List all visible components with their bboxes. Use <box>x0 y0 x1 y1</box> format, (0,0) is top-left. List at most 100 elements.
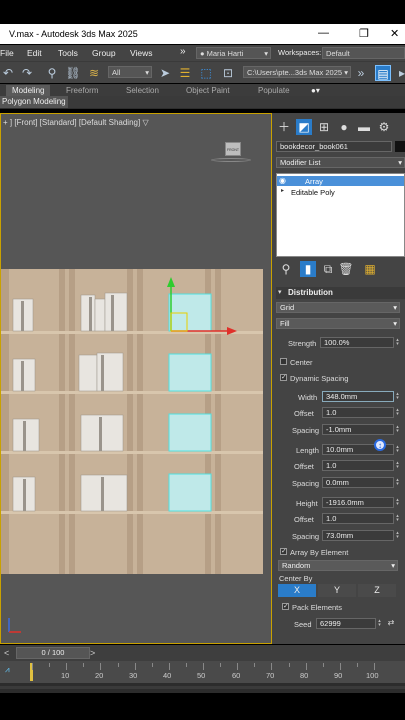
dynamic-spacing-label: Dynamic Spacing <box>290 374 349 383</box>
height-offset-field[interactable]: 1.0 <box>322 513 394 524</box>
tab-modeling[interactable]: Modeling <box>6 85 51 96</box>
tick-label: 40 <box>163 671 172 680</box>
rectangular-selection-icon[interactable]: ⬚ <box>198 65 214 81</box>
pin-stack-icon[interactable]: ⚲ <box>278 261 294 277</box>
viewcube[interactable]: FRONT <box>209 138 251 164</box>
user-account-dropdown[interactable]: ● Maria Harti ▾ <box>196 47 271 59</box>
tab-freeform[interactable]: Freeform <box>60 85 104 96</box>
object-name-field[interactable]: bookdecor_book061 <box>276 141 392 152</box>
dynamic-spacing-checkbox[interactable]: ✓ <box>280 374 287 381</box>
display-tab-icon[interactable]: ▬ <box>356 119 372 135</box>
utilities-tab-icon[interactable]: ⚙ <box>376 119 392 135</box>
chevron-down-icon: ▾ <box>344 68 348 77</box>
project-path-dropdown[interactable]: C:\Users\pte...3ds Max 2025 ▾ <box>243 66 351 78</box>
track-bar[interactable]: ⩘ 10 20 30 40 50 60 70 80 90 100 <box>0 661 405 683</box>
redo-icon[interactable]: ↷ <box>19 65 35 81</box>
length-offset-spinner-icon[interactable]: ▴ ▾ <box>395 461 400 470</box>
toolbar-overflow-icon[interactable]: » <box>353 65 369 81</box>
distribution-type-dropdown[interactable]: Grid ▾ <box>276 302 400 313</box>
width-spacing-spinner-icon[interactable]: ▴ ▾ <box>395 425 400 434</box>
link-icon[interactable]: ⚲ <box>44 65 60 81</box>
time-slider-thumb[interactable]: 0 / 100 <box>16 647 90 659</box>
tick-label: 50 <box>197 671 206 680</box>
command-panel-toggle-icon[interactable]: ▤ <box>375 65 391 81</box>
width-offset-spinner-icon[interactable]: ▴ ▾ <box>395 408 400 417</box>
height-spacing-label: Spacing <box>292 532 320 541</box>
window-crossing-icon[interactable]: ⊡ <box>220 65 236 81</box>
height-spacing-field[interactable]: 73.0mm <box>322 530 394 541</box>
axis-z-button[interactable]: Z <box>358 584 396 597</box>
length-spinner-icon[interactable]: ▴ ▾ <box>395 445 400 454</box>
close-button[interactable]: ✕ <box>390 27 399 40</box>
height-spacing-spinner-icon[interactable]: ▴ ▾ <box>395 531 400 540</box>
configure-modifier-sets-icon[interactable]: ▦ <box>362 261 378 277</box>
menu-overflow-icon[interactable]: » <box>180 46 186 57</box>
modify-tab-icon[interactable]: ◩ <box>296 119 312 135</box>
object-color-swatch[interactable] <box>395 141 405 152</box>
selection-filter-dropdown[interactable]: All ▾ <box>108 66 152 78</box>
stack-item-array[interactable]: ◉ Array <box>277 176 404 186</box>
fill-mode-dropdown[interactable]: Fill ▾ <box>276 318 400 329</box>
width-spinner-icon[interactable]: ▴ ▾ <box>395 392 400 401</box>
array-by-element-checkbox[interactable]: ✓ <box>280 548 287 555</box>
select-by-name-icon[interactable]: ☰ <box>177 65 193 81</box>
menu-file[interactable]: File <box>0 48 14 58</box>
seed-spinner-icon[interactable]: ▴ ▾ <box>377 619 382 628</box>
strength-spinner-icon[interactable]: ▴ ▾ <box>395 338 400 347</box>
menu-tools[interactable]: Tools <box>58 48 78 58</box>
bind-spacewarp-icon[interactable]: ≋ <box>86 65 102 81</box>
length-spacing-field[interactable]: 0.0mm <box>322 477 394 488</box>
make-unique-icon[interactable]: ⧉ <box>320 261 336 277</box>
randomize-seed-icon[interactable]: ⇄ <box>384 617 398 628</box>
undo-icon[interactable]: ↶ <box>0 65 16 81</box>
menu-views[interactable]: Views <box>130 48 153 58</box>
modifier-list-dropdown[interactable]: Modifier List ▾ <box>276 157 405 168</box>
strength-field[interactable]: 100.0% <box>320 337 394 348</box>
create-tab-icon[interactable]: ＋ <box>276 119 292 135</box>
expand-arrow-icon[interactable]: ▸ <box>281 187 284 194</box>
axis-y-button[interactable]: Y <box>318 584 356 597</box>
minimize-button[interactable]: — <box>318 27 329 39</box>
restore-button[interactable]: ❐ <box>359 27 369 40</box>
motion-tab-icon[interactable]: ● <box>336 119 352 135</box>
length-spacing-spinner-icon[interactable]: ▴ ▾ <box>395 478 400 487</box>
polygon-modeling-label[interactable]: Polygon Modeling <box>0 96 68 108</box>
eye-icon[interactable]: ◉ <box>279 176 286 185</box>
height-offset-spinner-icon[interactable]: ▴ ▾ <box>395 514 400 523</box>
axis-x-button[interactable]: X <box>278 584 316 597</box>
width-field[interactable]: 348.0mm <box>322 391 394 402</box>
height-field[interactable]: -1916.0mm <box>322 497 394 508</box>
time-slider-next-icon[interactable]: > <box>90 648 95 658</box>
chevron-down-icon: ▾ <box>393 303 397 312</box>
tab-selection[interactable]: Selection <box>120 85 165 96</box>
ribbon-options-icon[interactable]: ●▾ <box>305 85 326 96</box>
select-object-icon[interactable]: ➤ <box>157 65 173 81</box>
length-label: Length <box>296 446 319 455</box>
random-dropdown[interactable]: Random ▾ <box>278 560 398 571</box>
remove-modifier-icon[interactable]: 🗑 <box>338 261 354 277</box>
time-slider-prev-icon[interactable]: < <box>4 648 9 658</box>
menu-group[interactable]: Group <box>92 48 116 58</box>
length-offset-field[interactable]: 1.0 <box>322 460 394 471</box>
seed-field[interactable]: 62999 <box>316 618 376 629</box>
front-viewport[interactable]: + ] [Front] [Standard] [Default Shading]… <box>0 113 272 644</box>
height-spinner-icon[interactable]: ▴ ▾ <box>395 498 400 507</box>
tab-object-paint[interactable]: Object Paint <box>180 85 236 96</box>
random-value: Random <box>282 561 311 570</box>
filter-icon[interactable]: ▽ <box>142 118 148 127</box>
center-checkbox[interactable] <box>280 358 287 365</box>
pack-elements-checkbox[interactable]: ✓ <box>282 603 289 610</box>
tab-populate[interactable]: Populate <box>252 85 296 96</box>
show-end-result-icon[interactable]: ▮ <box>300 261 316 277</box>
menu-edit[interactable]: Edit <box>27 48 42 58</box>
distribution-rollout-header[interactable]: ▾ Distribution <box>276 287 405 299</box>
viewport-label[interactable]: + ] [Front] [Standard] [Default Shading]… <box>3 118 149 127</box>
width-offset-field[interactable]: 1.0 <box>322 407 394 418</box>
width-spacing-field[interactable]: -1.0mm <box>322 424 394 435</box>
hierarchy-tab-icon[interactable]: ⊞ <box>316 119 332 135</box>
workspaces-dropdown[interactable]: Default <box>322 47 405 59</box>
timeline-tick-mark <box>185 663 187 667</box>
unlink-icon[interactable]: ⛓ <box>65 65 81 81</box>
stack-item-editable-poly[interactable]: ▸ Editable Poly <box>277 187 404 197</box>
toolbar-extra-icon[interactable]: ▸ <box>394 65 405 81</box>
